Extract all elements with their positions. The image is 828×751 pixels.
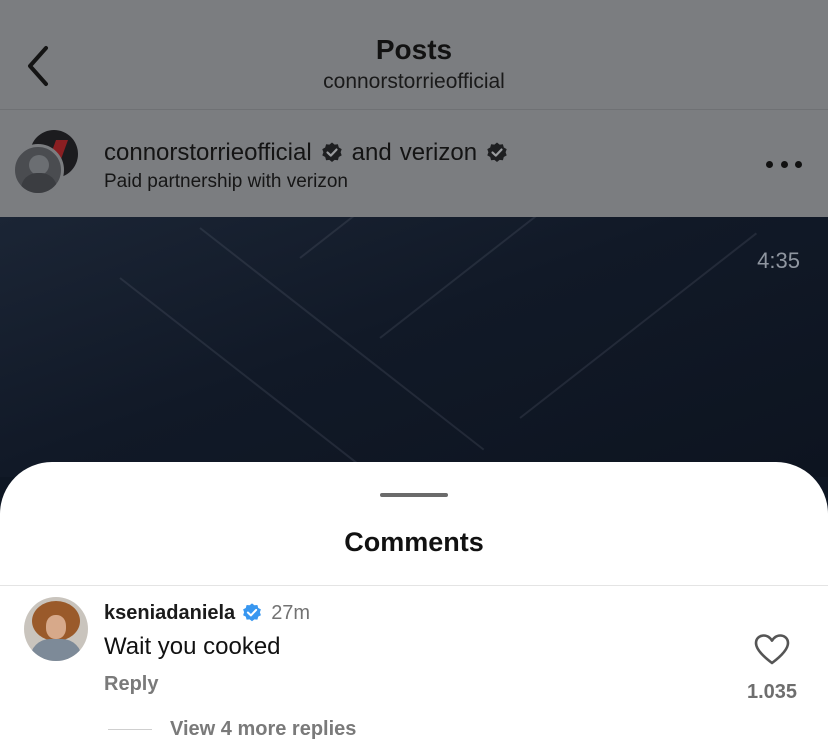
partnership-prefix: Paid partnership with: [104, 171, 282, 192]
page-title: Posts: [375, 34, 453, 65]
post-video[interactable]: [0, 217, 828, 477]
replies-connector-line: [108, 729, 152, 730]
post-authors: connorstorrieofficial and verizon: [104, 138, 509, 168]
partnership-brand: verizon: [286, 171, 348, 192]
author-joiner: and: [351, 139, 392, 166]
avatar-head: [29, 155, 49, 175]
comment-text: Wait you cooked: [104, 633, 281, 660]
divider: [0, 585, 828, 586]
more-options-icon[interactable]: [766, 158, 802, 170]
like-heart-icon[interactable]: [754, 634, 790, 666]
paid-partnership-label[interactable]: Paid partnership with verizon: [104, 171, 348, 193]
verified-badge-icon: [321, 142, 342, 162]
verified-badge-icon: [487, 142, 507, 162]
sheet-grabber-handle[interactable]: [380, 493, 448, 497]
page-subtitle: connorstorrieofficial: [323, 70, 505, 93]
avatar-face: [46, 615, 66, 639]
owner-avatar[interactable]: [12, 144, 64, 196]
like-count: 1.035: [746, 681, 798, 703]
comments-title: Comments: [344, 527, 484, 557]
comment-meta: kseniadaniela 27m: [104, 600, 310, 626]
commenter-avatar[interactable]: [24, 597, 88, 661]
verified-badge-icon: [243, 603, 262, 622]
avatar-shoulders: [30, 639, 82, 661]
owner-username[interactable]: connorstorrieofficial: [104, 139, 312, 167]
comment-timestamp: 27m: [271, 601, 311, 624]
commenter-username[interactable]: kseniadaniela: [104, 602, 235, 625]
collaborator-username[interactable]: verizon: [400, 139, 477, 167]
reply-button[interactable]: Reply: [104, 673, 158, 696]
video-duration: 4:35: [757, 248, 800, 273]
avatar-body: [21, 173, 57, 193]
view-more-replies-button[interactable]: View 4 more replies: [170, 718, 356, 741]
